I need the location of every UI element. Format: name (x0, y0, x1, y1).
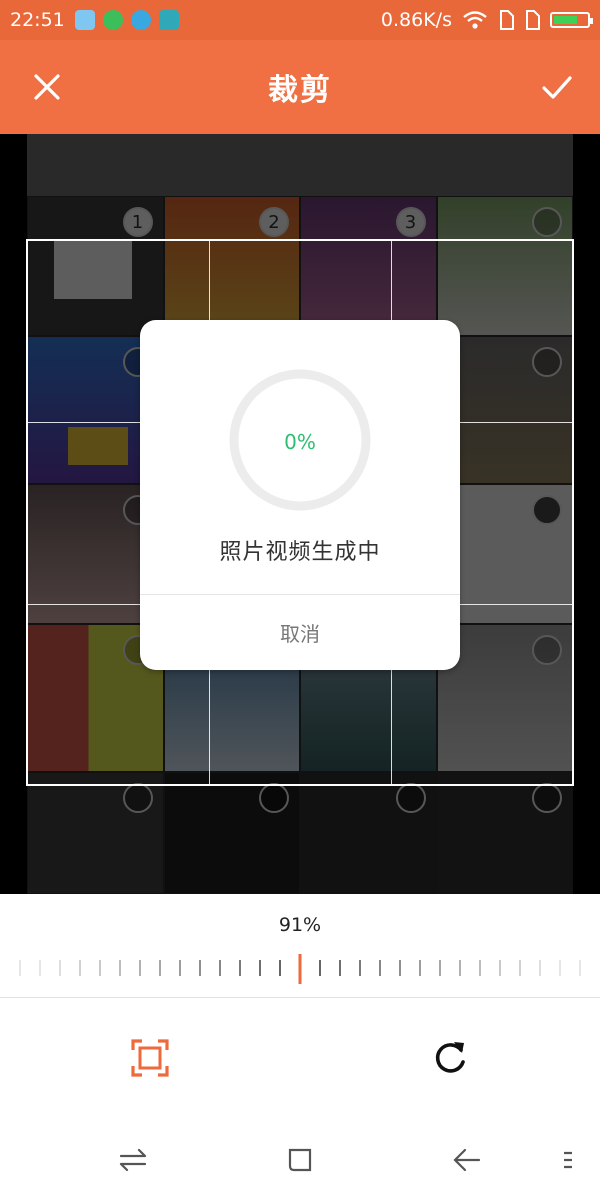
back-icon[interactable] (451, 1144, 483, 1176)
system-nav-bar (0, 1120, 600, 1200)
progress-message: 照片视频生成中 (219, 540, 381, 565)
crop-frame-icon[interactable] (130, 1038, 170, 1078)
divider (0, 997, 600, 998)
progress-percent: 0% (284, 430, 316, 454)
message-icon (102, 10, 123, 30)
zoom-label: 91% (278, 914, 322, 936)
cancel-button[interactable]: 取消 (140, 594, 460, 670)
home-icon[interactable] (284, 1144, 316, 1176)
sim-icon (526, 10, 540, 30)
close-icon[interactable] (30, 70, 64, 104)
zoom-ruler[interactable] (0, 954, 600, 984)
progress-dialog: 0% 照片视频生成中 取消 (140, 320, 460, 670)
switch-apps-icon[interactable] (117, 1144, 149, 1176)
crop-controls: 91% (0, 894, 600, 1120)
rotate-icon[interactable] (430, 1038, 470, 1078)
sim-icon (500, 10, 514, 30)
usb-icon (158, 10, 179, 30)
menu-icon[interactable] (558, 1144, 590, 1176)
check-icon[interactable] (540, 70, 574, 104)
app-header: 裁剪 (0, 40, 600, 134)
app-notification-icon (74, 10, 95, 30)
battery-icon (550, 12, 593, 28)
status-bar: 22:51 0.86K/s (0, 0, 600, 40)
network-speed: 0.86K/s (380, 9, 452, 31)
browser-icon (130, 10, 151, 30)
page-title: 裁剪 (268, 73, 332, 108)
wifi-icon (463, 11, 487, 29)
status-time: 22:51 (10, 9, 65, 31)
